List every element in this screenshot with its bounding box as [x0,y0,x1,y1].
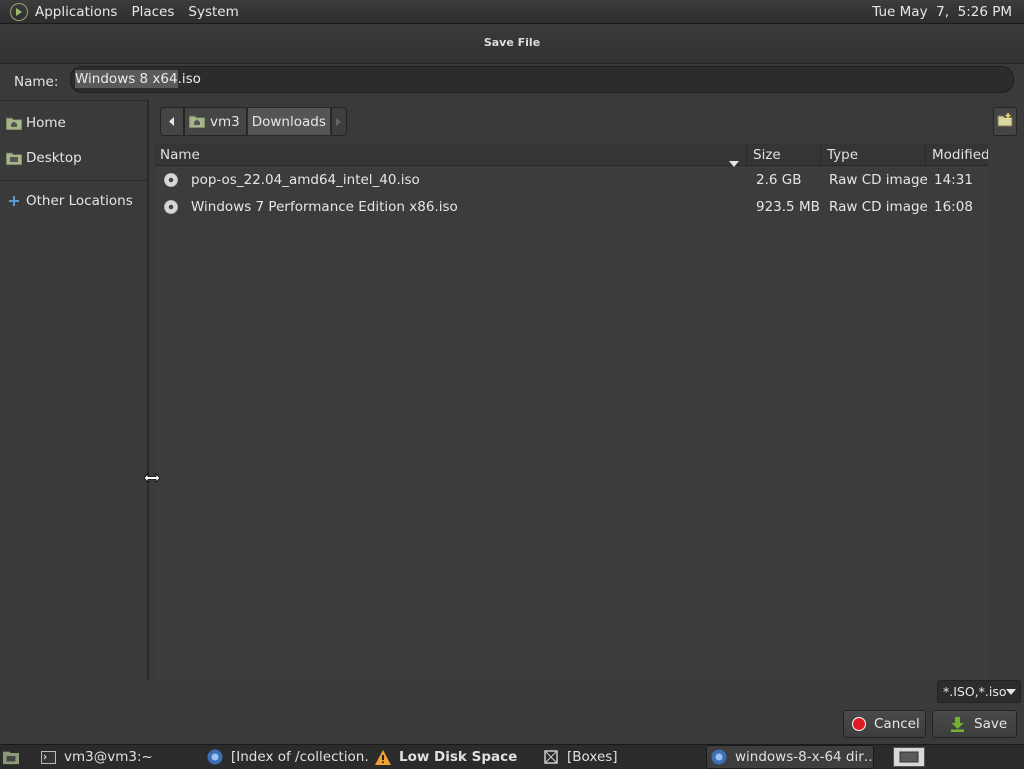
boxes-icon [543,749,559,765]
task-low-disk-space[interactable]: Low Disk Space [375,745,535,769]
path-segment-label: Downloads [251,113,326,130]
path-segment-downloads[interactable]: Downloads [246,107,331,136]
column-header-label: Modified [932,147,990,163]
plus-icon [6,194,22,208]
task-label: [Index of /collection… [231,749,369,765]
system-menu[interactable]: System [181,0,245,24]
distro-logo-icon[interactable] [10,2,28,21]
path-back-button[interactable] [160,107,184,136]
workspace-switcher[interactable] [893,747,925,767]
places-menu[interactable]: Places [124,0,181,24]
file-row[interactable]: pop-os_22.04_amd64_intel_40.iso 2.6 GB R… [155,167,989,194]
resize-cursor-icon [143,472,161,484]
cancel-label: Cancel [874,716,920,732]
home-folder-icon [189,115,205,128]
show-desktop-button[interactable] [3,745,23,769]
top-panel: Applications Places System Tue May 7, 5:… [0,0,1024,24]
column-header-label: Name [160,147,200,163]
filename-extension-text: .iso [177,71,201,87]
sidebar-item-other-locations[interactable]: Other Locations [2,188,147,214]
cd-image-icon [164,200,178,214]
path-segment-label: vm3 [210,113,240,130]
file-type-filter[interactable]: *.ISO,*.iso [937,680,1021,703]
column-header-label: Size [753,147,781,163]
sidebar-item-label: Other Locations [26,193,133,209]
taskbar: vm3@vm3:~ [Index of /collection… Low Dis… [0,744,1024,769]
task-terminal[interactable]: vm3@vm3:~ [40,745,200,769]
task-label: [Boxes] [567,749,618,765]
task-label: Low Disk Space [399,749,518,765]
column-header-label: Type [827,147,859,163]
path-segment-vm3[interactable]: vm3 [184,107,247,136]
desktop-folder-icon [6,151,22,165]
cd-image-icon [164,173,178,187]
new-folder-button[interactable] [993,107,1017,136]
clock[interactable]: Tue May 7, 5:26 PM [872,0,1012,24]
terminal-icon [40,749,56,765]
task-browser-index[interactable]: [Index of /collection… [207,745,369,769]
filter-value: *.ISO,*.iso [943,684,1007,699]
applications-menu[interactable]: Applications [28,0,124,24]
browser-icon [711,749,727,765]
chevron-left-icon [169,114,175,130]
column-header-modified[interactable]: Modified [927,144,990,166]
sidebar-divider [2,180,147,181]
sidebar-item-label: Desktop [26,150,82,166]
save-label: Save [974,716,1008,732]
file-row[interactable]: Windows 7 Performance Edition x86.iso 92… [155,194,989,221]
name-label: Name: [14,74,59,90]
file-size: 923.5 MB [756,199,820,215]
cancel-icon [852,717,866,731]
column-header-name[interactable]: Name [155,144,747,167]
column-header-size[interactable]: Size [748,144,821,166]
save-file-dialog: Save File Name: Windows 8 x64.iso Home D… [0,24,1024,744]
task-browser-win8[interactable]: windows-8-x-64 dir… [706,745,874,769]
browser-icon [207,749,223,765]
file-size: 2.6 GB [756,172,802,188]
file-type: Raw CD image [829,199,928,215]
column-header-type[interactable]: Type [822,144,926,166]
task-label: vm3@vm3:~ [64,749,153,765]
dialog-title: Save File [483,36,541,49]
file-modified: 16:08 [934,199,973,215]
path-bar: vm3 Downloads [160,107,347,136]
chevron-down-icon [1006,689,1016,695]
file-modified: 14:31 [934,172,973,188]
file-name: Windows 7 Performance Edition x86.iso [191,199,458,215]
file-name: pop-os_22.04_amd64_intel_40.iso [191,172,420,188]
task-boxes[interactable]: [Boxes] [543,745,703,769]
sidebar-item-home[interactable]: Home [2,110,147,136]
name-row: Name: Windows 8 x64.iso [0,64,1024,100]
show-desktop-icon [3,749,19,765]
save-icon [950,716,965,732]
sidebar-item-desktop[interactable]: Desktop [2,145,147,171]
file-list-header: Name Size Type Modified [155,144,990,167]
places-sidebar: Home Desktop Other Locations [2,100,149,680]
filename-selected-text: Windows 8 x64 [75,70,178,88]
sidebar-item-label: Home [26,115,66,131]
file-list: Name Size Type Modified pop-os_22.04_amd… [155,144,990,680]
filename-input[interactable]: Windows 8 x64.iso [70,66,1014,93]
warning-icon [375,749,391,765]
path-forward-button[interactable] [330,107,347,136]
chevron-right-icon [336,114,342,130]
task-label: windows-8-x-64 dir… [735,749,874,765]
workspace-icon [899,751,919,763]
save-button[interactable]: Save [932,710,1017,738]
file-list-scroll-area [988,144,1024,680]
new-folder-icon [997,112,1013,131]
file-type: Raw CD image [829,172,928,188]
cancel-button[interactable]: Cancel [843,710,926,738]
home-folder-icon [6,116,22,130]
dialog-titlebar[interactable]: Save File [0,24,1024,64]
